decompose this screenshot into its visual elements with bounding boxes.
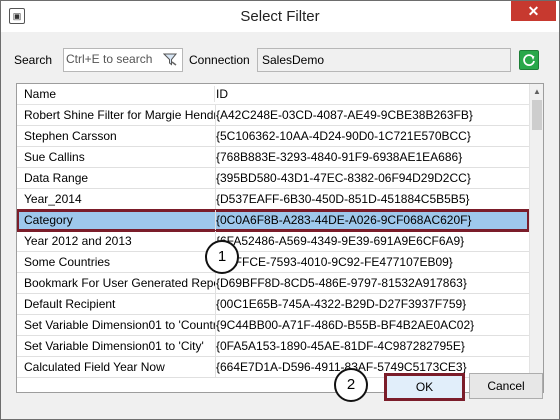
connection-value: SalesDemo xyxy=(262,53,325,67)
callout-1: 1 xyxy=(205,240,239,274)
cell-id: {9C44BB00-A71F-486D-B55B-BF4B2AE0AC02} xyxy=(216,318,475,332)
cell-name: Sue Callins xyxy=(17,147,216,167)
cell-id: {D537EAFF-6B30-450D-851D-451884C5B5B5} xyxy=(216,192,470,206)
cell-name: Set Variable Dimension01 to 'Country' xyxy=(17,315,216,335)
refresh-icon[interactable] xyxy=(519,50,539,70)
cell-name: Bookmark For User Generated Report xyxy=(17,273,216,293)
table-row[interactable]: Some Countries {8EFFCE-7593-4010-9C92-FE4… xyxy=(17,252,529,273)
table-row[interactable]: Robert Shine Filter for Margie Hendr {A42… xyxy=(17,105,529,126)
table-body: Robert Shine Filter for Margie Hendr {A42… xyxy=(17,105,530,378)
callout-2: 2 xyxy=(334,368,368,402)
scroll-up-icon[interactable]: ▲ xyxy=(530,84,543,100)
cell-id: {5C106362-10AA-4D24-90D0-1C721E570BCC} xyxy=(216,129,471,143)
table-row-selected[interactable]: Category {0C0A6F8B-A283-44DE-A026-9CF068A… xyxy=(17,209,530,232)
search-field[interactable] xyxy=(63,48,183,72)
table-row[interactable]: Sue Callins {768B883E-3293-4840-91F9-6938… xyxy=(17,147,529,168)
filter-table: Name ID Robert Shine Filter for Margie H… xyxy=(16,83,544,393)
table-row[interactable]: Stephen Carsson {5C106362-10AA-4D24-90D0-… xyxy=(17,126,529,147)
ok-button[interactable]: OK xyxy=(384,373,465,401)
connection-label: Connection xyxy=(189,53,250,67)
search-input[interactable] xyxy=(66,51,158,67)
column-header-id[interactable]: ID xyxy=(209,84,228,104)
table-row[interactable]: Bookmark For User Generated Report {D69BF… xyxy=(17,273,529,294)
cell-id: {395BD580-43D1-47EC-8382-06F94D29D2CC} xyxy=(216,171,471,185)
table-row[interactable]: Set Variable Dimension01 to 'City' {0FA5A… xyxy=(17,336,529,357)
connection-field: SalesDemo xyxy=(257,48,511,72)
table-row[interactable]: Set Variable Dimension01 to 'Country' {9C… xyxy=(17,315,529,336)
cell-id: {6FA52486-A569-4349-9E39-691A9E6CF6A9} xyxy=(216,234,465,248)
scroll-thumb[interactable] xyxy=(532,100,542,130)
cell-id: {A42C248E-03CD-4087-AE49-9CBE38B263FB} xyxy=(216,108,473,122)
cell-id: {8EFFCE-7593-4010-9C92-FE477107EB09} xyxy=(216,255,453,269)
cancel-button[interactable]: Cancel xyxy=(469,373,543,399)
cell-name: Stephen Carsson xyxy=(17,126,216,146)
cell-name: Set Variable Dimension01 to 'City' xyxy=(17,336,216,356)
cell-id: {768B883E-3293-4840-91F9-6938AE1EA686} xyxy=(216,150,463,164)
cell-name: Data Range xyxy=(17,168,216,188)
table-row[interactable]: Year 2012 and 2013 {6FA52486-A569-4349-9E… xyxy=(17,231,529,252)
table-row[interactable]: Year_2014 {D537EAFF-6B30-450D-851D-451884… xyxy=(17,189,529,210)
cell-name: Default Recipient xyxy=(17,294,216,314)
table-row[interactable]: Data Range {395BD580-43D1-47EC-8382-06F94… xyxy=(17,168,529,189)
table-header: Name ID xyxy=(17,84,529,105)
cell-name: Year_2014 xyxy=(17,189,216,209)
close-button[interactable]: ✕ xyxy=(511,1,556,21)
cell-name: Robert Shine Filter for Margie Hendr xyxy=(17,105,216,125)
search-label: Search xyxy=(14,53,53,67)
filter-icon[interactable] xyxy=(163,52,178,67)
cell-name: Category xyxy=(17,210,216,230)
title-bar: ▣ Select Filter ✕ xyxy=(1,1,559,32)
cell-id: {00C1E65B-745A-4322-B29D-D27F3937F759} xyxy=(216,297,467,311)
cell-name: Calculated Field Year Now xyxy=(17,357,216,377)
dialog-body: Search Connection SalesDemo Name ID Robe… xyxy=(9,32,551,412)
table-row[interactable]: Default Recipient {00C1E65B-745A-4322-B29… xyxy=(17,294,529,315)
cell-id: {0C0A6F8B-A283-44DE-A026-9CF068AC620F} xyxy=(216,213,472,227)
vertical-scrollbar[interactable]: ▲ xyxy=(529,84,543,392)
cell-id: {0FA5A153-1890-45AE-81DF-4C987282795E} xyxy=(216,339,465,353)
column-header-name[interactable]: Name xyxy=(17,84,56,104)
cell-id: {D69BFF8D-8CD5-486E-9797-81532A917863} xyxy=(216,276,467,290)
cell-name: Some Countries xyxy=(17,252,216,272)
cell-name: Year 2012 and 2013 xyxy=(17,231,216,251)
dialog-title: Select Filter xyxy=(240,8,320,25)
select-filter-dialog: ▣ Select Filter ✕ Search Connection Sale… xyxy=(0,0,560,420)
